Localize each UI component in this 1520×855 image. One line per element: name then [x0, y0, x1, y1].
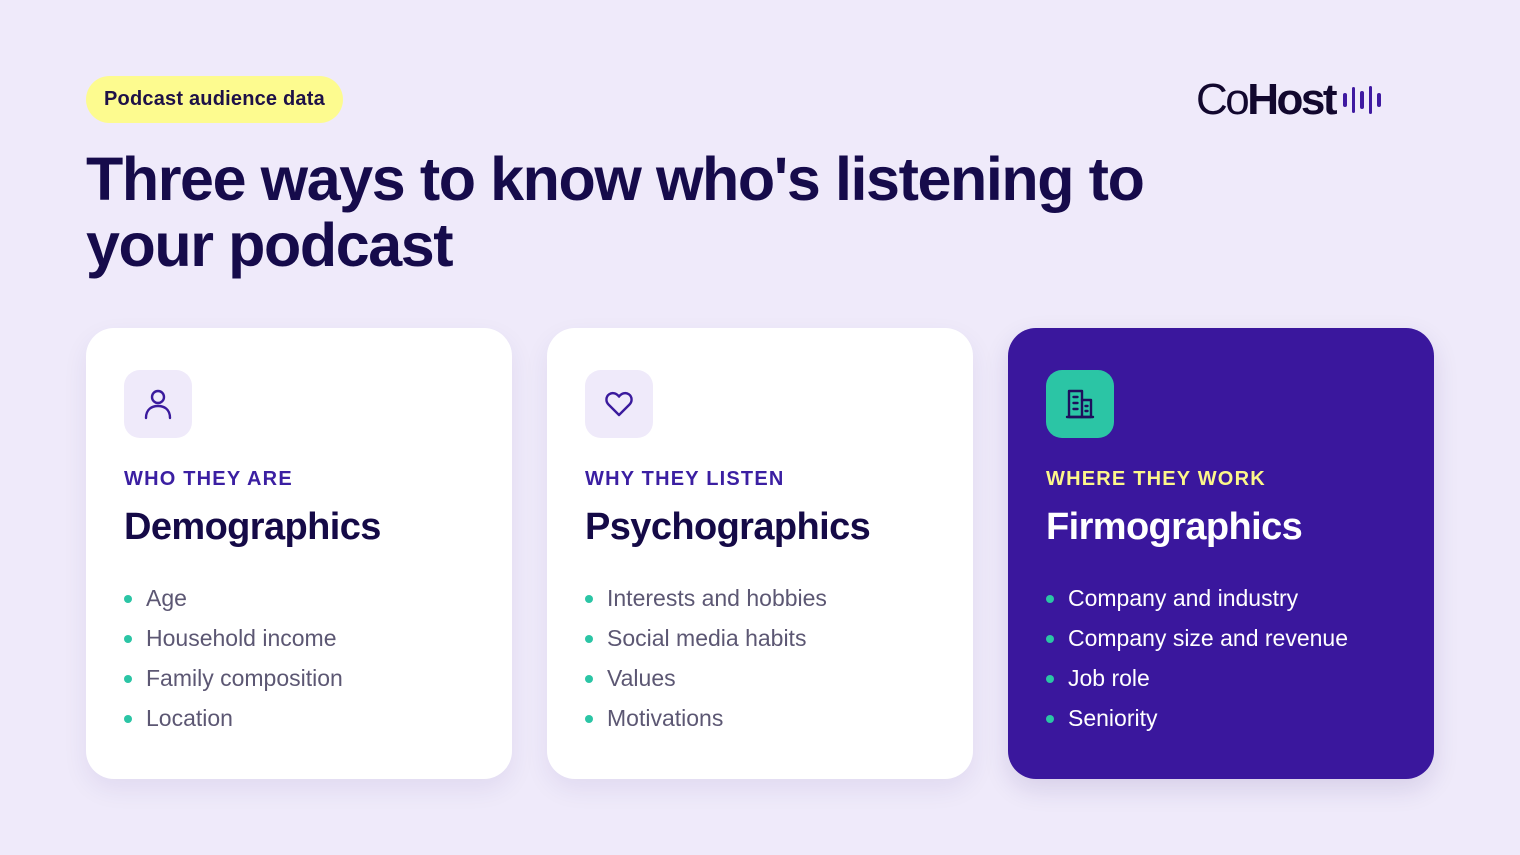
- list-item: Values: [585, 660, 827, 700]
- list-item: Company size and revenue: [1046, 620, 1348, 660]
- card-eyebrow: WHERE THEY WORK: [1046, 468, 1266, 490]
- page-title: Three ways to know who's listening to yo…: [86, 145, 1145, 279]
- list-item: Company and industry: [1046, 580, 1348, 620]
- list-item: Seniority: [1046, 700, 1348, 740]
- cards-row: WHO THEY ARE Demographics Age Household …: [86, 328, 1435, 779]
- heart-icon: [585, 370, 653, 438]
- logo-host: Host: [1247, 75, 1337, 124]
- topic-badge-label: Podcast audience data: [104, 88, 325, 110]
- card-item-list: Company and industry Company size and re…: [1046, 580, 1348, 740]
- list-item: Job role: [1046, 660, 1348, 700]
- list-item: Motivations: [585, 700, 827, 740]
- list-item: Social media habits: [585, 620, 827, 660]
- logo-wordmark: CoHost: [1196, 75, 1338, 124]
- list-item: Household income: [124, 620, 343, 660]
- list-item: Location: [124, 700, 343, 740]
- infographic-page: Podcast audience data CoHost Three ways …: [0, 0, 1520, 855]
- person-icon: [124, 370, 192, 438]
- card-title: Firmographics: [1046, 506, 1303, 548]
- list-item: Family composition: [124, 660, 343, 700]
- card-eyebrow: WHY THEY LISTEN: [585, 468, 785, 490]
- card-firmographics: WHERE THEY WORK Firmographics Company an…: [1008, 328, 1434, 779]
- card-eyebrow: WHO THEY ARE: [124, 468, 293, 490]
- card-item-list: Interests and hobbies Social media habit…: [585, 580, 827, 740]
- list-item: Interests and hobbies: [585, 580, 827, 620]
- card-psychographics: WHY THEY LISTEN Psychographics Interests…: [547, 328, 973, 779]
- card-demographics: WHO THEY ARE Demographics Age Household …: [86, 328, 512, 779]
- building-icon: [1046, 370, 1114, 438]
- cohost-logo: CoHost: [1196, 78, 1381, 122]
- card-item-list: Age Household income Family composition …: [124, 580, 343, 740]
- topic-badge: Podcast audience data: [86, 76, 343, 123]
- list-item: Age: [124, 580, 343, 620]
- sound-wave-icon: [1343, 85, 1381, 115]
- card-title: Psychographics: [585, 506, 871, 548]
- card-title: Demographics: [124, 506, 381, 548]
- logo-co: Co: [1196, 75, 1250, 124]
